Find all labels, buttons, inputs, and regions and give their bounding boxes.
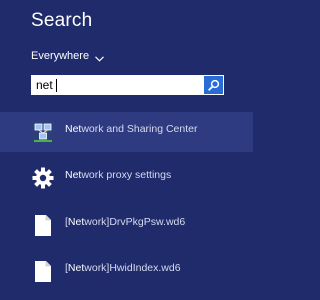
search-box: [31, 75, 224, 95]
text-caret: [56, 79, 57, 92]
search-button[interactable]: [204, 76, 223, 94]
search-scope-label: Everywhere: [31, 50, 90, 62]
file-icon: [31, 213, 55, 237]
result-label: Network and Sharing Center: [65, 123, 198, 135]
result-file-hwidindex[interactable]: [Network]HwidIndex.wd6: [0, 251, 253, 291]
network-center-icon: [31, 120, 55, 144]
result-network-proxy-settings[interactable]: Network proxy settings: [0, 158, 253, 198]
gear-icon: [31, 166, 55, 190]
search-input[interactable]: [32, 76, 202, 94]
search-icon: [207, 79, 220, 91]
result-file-drvpkgpsw[interactable]: [Network]DrvPkgPsw.wd6: [0, 205, 253, 245]
chevron-down-icon: [95, 53, 104, 62]
search-title: Search: [31, 10, 93, 31]
result-network-sharing-center[interactable]: Network and Sharing Center: [0, 112, 253, 152]
result-label: Network proxy settings: [65, 169, 172, 181]
search-pane: Search Everywhere net Network and Sharin…: [0, 0, 253, 300]
result-label: [Network]HwidIndex.wd6: [65, 262, 181, 274]
file-icon: [31, 259, 55, 283]
result-label: [Network]DrvPkgPsw.wd6: [65, 216, 186, 228]
search-scope-dropdown[interactable]: Everywhere: [31, 49, 104, 63]
